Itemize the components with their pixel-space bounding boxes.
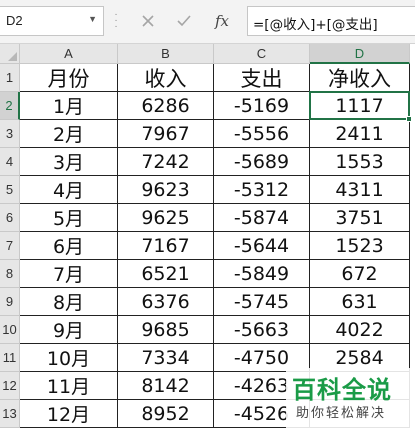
cell-d2[interactable]: 1117 (310, 92, 410, 120)
cell-d10[interactable]: 4022 (310, 316, 410, 344)
row-header-11[interactable]: 11 (0, 344, 20, 372)
check-icon[interactable] (170, 8, 198, 34)
row-header-12[interactable]: 12 (0, 372, 20, 400)
watermark-logo: 百科全说 助你轻松解决 (286, 368, 415, 429)
cell-c2[interactable]: -5169 (214, 92, 310, 120)
watermark-subtitle: 助你轻松解决 (296, 406, 387, 421)
fx-icon[interactable]: fx (208, 8, 236, 34)
cell-a10[interactable]: 9月 (20, 316, 118, 344)
cell-a2[interactable]: 1月 (20, 92, 118, 120)
select-all-corner[interactable] (0, 44, 20, 64)
column-header-c[interactable]: C (214, 44, 310, 64)
cell-a7[interactable]: 6月 (20, 232, 118, 260)
cell-a3[interactable]: 2月 (20, 120, 118, 148)
cell-b6[interactable]: 9625 (118, 204, 214, 232)
cell-a11[interactable]: 10月 (20, 344, 118, 372)
row-header-10[interactable]: 10 (0, 316, 20, 344)
name-box-value: D2 (6, 13, 23, 28)
cell-a13[interactable]: 12月 (20, 400, 118, 428)
formula-bar: D2 ▼ · · · fx =[@收入]+[@支出] (0, 0, 415, 44)
cell-a12[interactable]: 11月 (20, 372, 118, 400)
row-header-3[interactable]: 3 (0, 120, 20, 148)
cell-b11[interactable]: 7334 (118, 344, 214, 372)
row-header-9[interactable]: 9 (0, 288, 20, 316)
row-header-8[interactable]: 8 (0, 260, 20, 288)
chevron-down-icon[interactable]: ▼ (88, 14, 97, 24)
header-cell-d[interactable]: 净收入 (310, 64, 410, 92)
cell-c8[interactable]: -5849 (214, 260, 310, 288)
watermark-title: 百科全说 (292, 376, 392, 404)
cell-a9[interactable]: 8月 (20, 288, 118, 316)
cell-a6[interactable]: 5月 (20, 204, 118, 232)
row-header-1[interactable]: 1 (0, 64, 20, 92)
header-cell-a[interactable]: 月份 (20, 64, 118, 92)
column-header-a[interactable]: A (20, 44, 118, 64)
cell-b5[interactable]: 9623 (118, 176, 214, 204)
cell-d8[interactable]: 672 (310, 260, 410, 288)
drag-handle-icon[interactable]: · · · (114, 10, 118, 32)
cell-a4[interactable]: 3月 (20, 148, 118, 176)
cell-b13[interactable]: 8952 (118, 400, 214, 428)
header-cell-c[interactable]: 支出 (214, 64, 310, 92)
fill-handle[interactable] (406, 116, 412, 122)
header-cell-b[interactable]: 收入 (118, 64, 214, 92)
row-header-7[interactable]: 7 (0, 232, 20, 260)
cell-c6[interactable]: -5874 (214, 204, 310, 232)
cell-d6[interactable]: 3751 (310, 204, 410, 232)
cell-d5[interactable]: 4311 (310, 176, 410, 204)
cell-a8[interactable]: 7月 (20, 260, 118, 288)
column-header-b[interactable]: B (118, 44, 214, 64)
cell-c3[interactable]: -5556 (214, 120, 310, 148)
close-icon[interactable] (134, 8, 162, 34)
row-header-6[interactable]: 6 (0, 204, 20, 232)
cell-d4[interactable]: 1553 (310, 148, 410, 176)
cell-b8[interactable]: 6521 (118, 260, 214, 288)
cell-d7[interactable]: 1523 (310, 232, 410, 260)
cell-b4[interactable]: 7242 (118, 148, 214, 176)
row-header-5[interactable]: 5 (0, 176, 20, 204)
row-header-4[interactable]: 4 (0, 148, 20, 176)
cell-a5[interactable]: 4月 (20, 176, 118, 204)
cell-d9[interactable]: 631 (310, 288, 410, 316)
row-header-13[interactable]: 13 (0, 400, 20, 428)
cell-b3[interactable]: 7967 (118, 120, 214, 148)
cell-c7[interactable]: -5644 (214, 232, 310, 260)
cell-b9[interactable]: 6376 (118, 288, 214, 316)
column-header-d[interactable]: D (310, 44, 410, 64)
cell-b12[interactable]: 8142 (118, 372, 214, 400)
cell-c4[interactable]: -5689 (214, 148, 310, 176)
cell-b10[interactable]: 9685 (118, 316, 214, 344)
cell-b7[interactable]: 7167 (118, 232, 214, 260)
row-header-2[interactable]: 2 (0, 92, 20, 120)
formula-input[interactable]: =[@收入]+[@支出] (247, 6, 415, 36)
cell-c10[interactable]: -5663 (214, 316, 310, 344)
cell-d3[interactable]: 2411 (310, 120, 410, 148)
cell-c9[interactable]: -5745 (214, 288, 310, 316)
cell-c5[interactable]: -5312 (214, 176, 310, 204)
cell-b2[interactable]: 6286 (118, 92, 214, 120)
name-box[interactable]: D2 ▼ (0, 6, 104, 36)
